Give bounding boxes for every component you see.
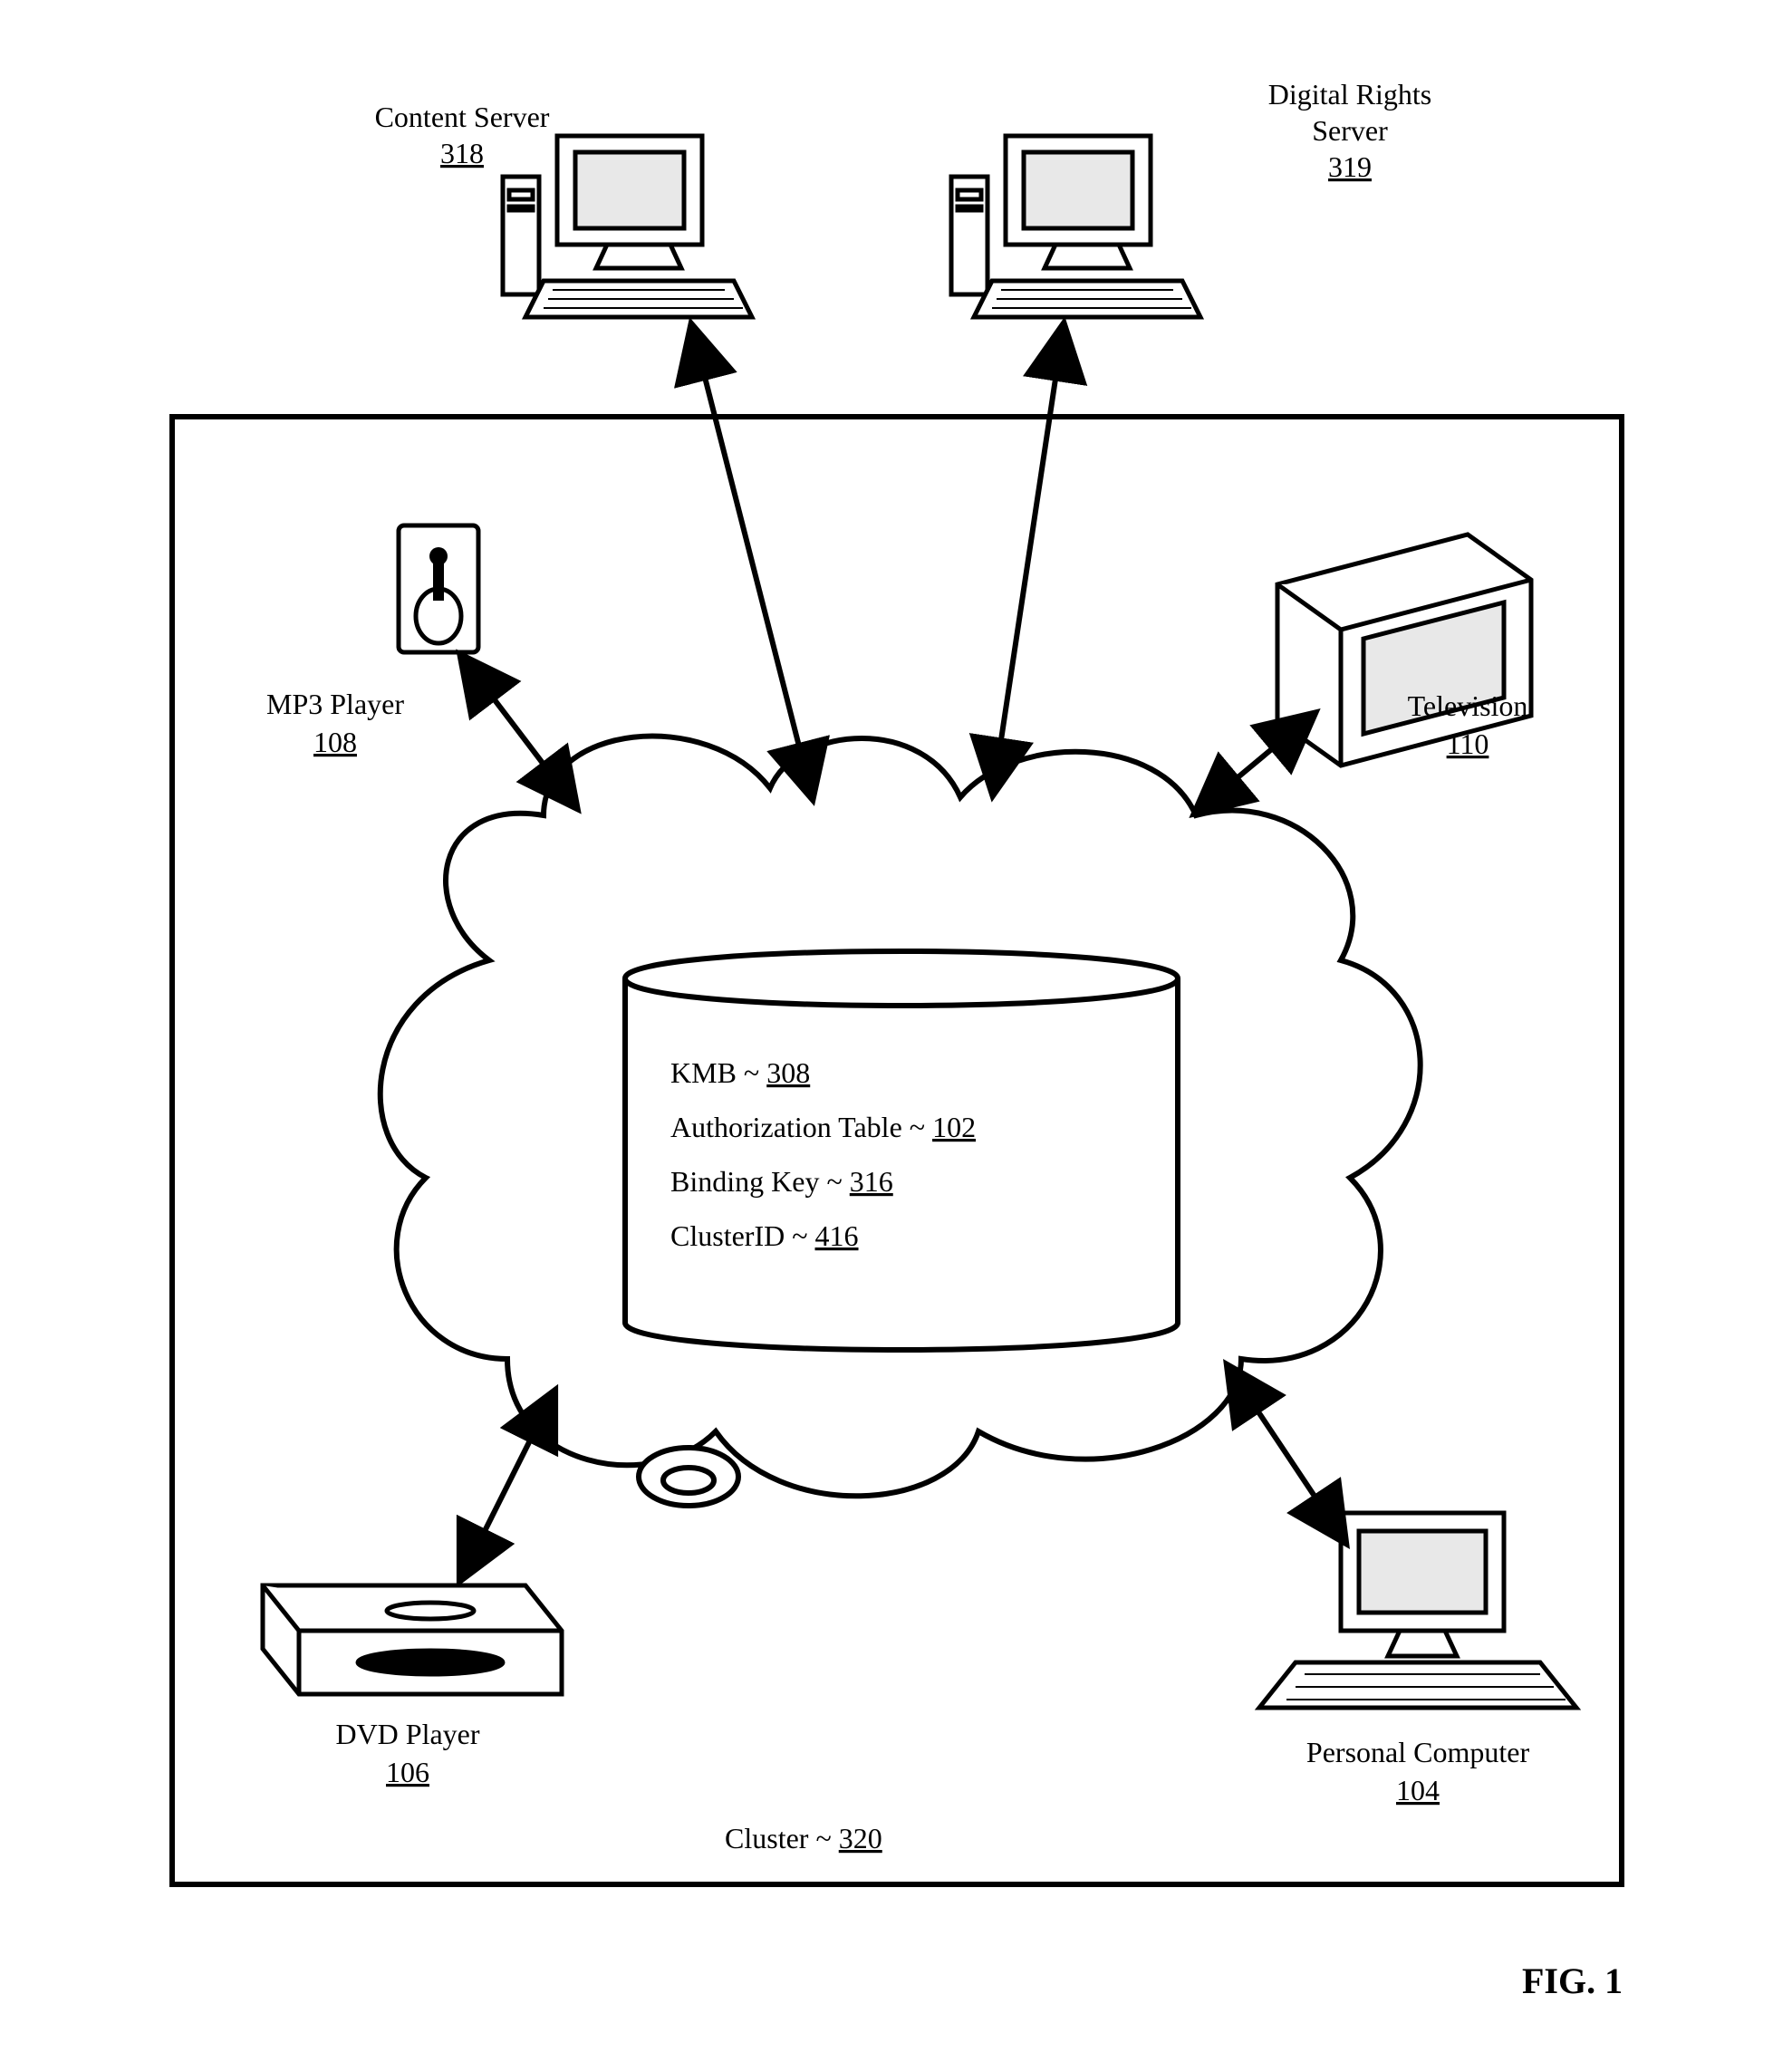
drs-label1: Digital Rights (1268, 78, 1431, 111)
db-kmb-label: KMB ~ (670, 1056, 766, 1089)
drs-label2: Server (1312, 114, 1388, 147)
arrow-dvd-cloud (471, 1413, 544, 1558)
db-binding-label: Binding Key ~ (670, 1165, 850, 1198)
tv-ref: 110 (1447, 727, 1489, 760)
db-clusterid: ClusterID ~ 416 (670, 1219, 859, 1252)
pc-ref: 104 (1396, 1774, 1440, 1806)
tv-icon (1277, 535, 1531, 766)
diagram-root: Cluster ~ 320 KMB ~ 308 Authorization Ta… (0, 0, 1792, 2071)
db-binding: Binding Key ~ 316 (670, 1165, 893, 1198)
db-kmb: KMB ~ 308 (670, 1056, 810, 1089)
db-binding-ref: 316 (850, 1165, 893, 1198)
pc-label: Personal Computer (1306, 1736, 1530, 1768)
db-kmb-ref: 308 (766, 1056, 810, 1089)
database-icon (625, 951, 1178, 1350)
arrow-drs-cloud (997, 349, 1060, 770)
arrow-content-cloud (698, 349, 806, 775)
content-server-ref: 318 (440, 137, 484, 169)
arrow-pc-cloud (1241, 1386, 1332, 1522)
content-server-icon (503, 136, 752, 317)
mp3-label: MP3 Player (266, 688, 404, 720)
cluster-label-text: Cluster ~ (725, 1822, 839, 1854)
arrow-tv-cloud (1214, 729, 1296, 797)
dvd-label: DVD Player (335, 1718, 479, 1750)
arrow-mp3-cloud (476, 675, 562, 788)
cluster-ref: 320 (839, 1822, 882, 1854)
mp3-ref: 108 (313, 726, 357, 758)
db-auth-label: Authorization Table ~ (670, 1111, 932, 1143)
cluster-label: Cluster ~ 320 (725, 1822, 882, 1854)
drs-ref: 319 (1328, 150, 1372, 183)
db-clusterid-label: ClusterID ~ (670, 1219, 815, 1252)
figure-caption: FIG. 1 (1522, 1960, 1623, 2001)
pc-icon (1259, 1513, 1576, 1708)
content-server-label: Content Server (375, 101, 550, 133)
drs-icon (951, 136, 1200, 317)
tv-label: Television (1408, 689, 1528, 722)
dvd-ref: 106 (386, 1756, 429, 1788)
db-clusterid-ref: 416 (815, 1219, 859, 1252)
mp3-icon (399, 525, 478, 652)
dvd-icon (263, 1585, 562, 1694)
db-auth: Authorization Table ~ 102 (670, 1111, 976, 1143)
db-auth-ref: 102 (932, 1111, 976, 1143)
